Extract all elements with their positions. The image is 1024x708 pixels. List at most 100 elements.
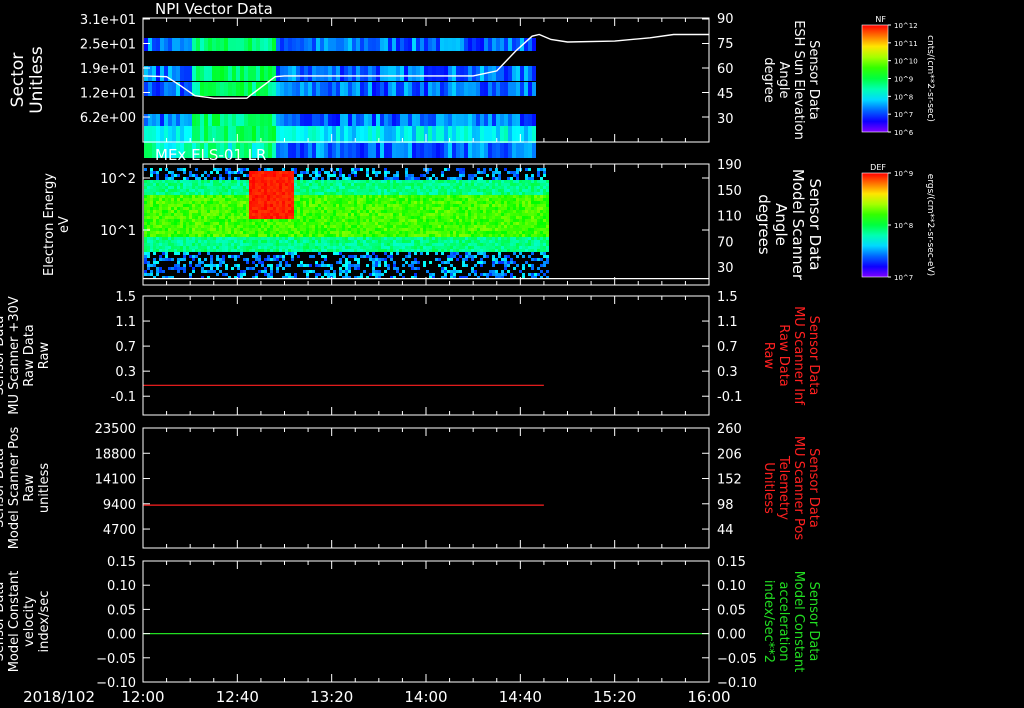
- heatmap-cell: [342, 240, 345, 243]
- heatmap-cell: [477, 225, 480, 228]
- heatmap-cell: [240, 180, 243, 183]
- heatmap-cell: [228, 195, 231, 198]
- heatmap-cell: [213, 225, 216, 228]
- heatmap-cell: [213, 201, 216, 204]
- heatmap-cell: [204, 216, 207, 219]
- heatmap-cell: [356, 126, 360, 143]
- heatmap-cell: [543, 243, 546, 246]
- heatmap-cell: [195, 186, 198, 189]
- heatmap-cell: [396, 228, 399, 231]
- heatmap-cell: [369, 228, 372, 231]
- heatmap-cell: [246, 231, 249, 234]
- heatmap-cell: [444, 186, 447, 189]
- heatmap-cell: [174, 216, 177, 219]
- heatmap-cell: [504, 189, 507, 192]
- heatmap-cell: [372, 180, 375, 183]
- heatmap-cell: [423, 261, 426, 264]
- heatmap-cell: [312, 270, 315, 273]
- heatmap-cell: [460, 38, 464, 51]
- heatmap-cell: [282, 249, 285, 252]
- heatmap-cell: [468, 231, 471, 234]
- heatmap-cell: [324, 171, 327, 174]
- heatmap-cell: [513, 219, 516, 222]
- heatmap-cell: [468, 216, 471, 219]
- heatmap-cell: [222, 234, 225, 237]
- heatmap-cell: [440, 38, 444, 51]
- heatmap-cell: [339, 183, 342, 186]
- heatmap-cell: [360, 186, 363, 189]
- heatmap-cell: [261, 219, 264, 222]
- heatmap-cell: [144, 210, 147, 213]
- heatmap-cell: [174, 210, 177, 213]
- heatmap-cell: [474, 195, 477, 198]
- heatmap-cell: [291, 228, 294, 231]
- heatmap-cell: [492, 228, 495, 231]
- heatmap-cell: [174, 195, 177, 198]
- heatmap-cell: [210, 228, 213, 231]
- heatmap-cell: [156, 195, 159, 198]
- heatmap-cell: [423, 180, 426, 183]
- heatmap-cell: [207, 243, 210, 246]
- heatmap-cell: [393, 201, 396, 204]
- heatmap-cell: [366, 216, 369, 219]
- heatmap-cell: [276, 192, 279, 195]
- heatmap-cell: [315, 180, 318, 183]
- heatmap-cell: [498, 201, 501, 204]
- heatmap-cell: [200, 38, 204, 51]
- heatmap-cell: [180, 180, 183, 183]
- heatmap-cell: [315, 246, 318, 249]
- heatmap-cell: [528, 219, 531, 222]
- heatmap-cell: [528, 273, 531, 276]
- heatmap-cell: [207, 234, 210, 237]
- heatmap-cell: [234, 228, 237, 231]
- heatmap-cell: [270, 246, 273, 249]
- heatmap-cell: [465, 189, 468, 192]
- heatmap-cell: [378, 273, 381, 276]
- heatmap-cell: [172, 66, 176, 81]
- heatmap-cell: [228, 192, 231, 195]
- heatmap-cell: [168, 177, 171, 180]
- heatmap-cell: [234, 240, 237, 243]
- heatmap-cell: [156, 231, 159, 234]
- heatmap-cell: [328, 66, 332, 81]
- heatmap-cell: [321, 180, 324, 183]
- heatmap-cell: [345, 189, 348, 192]
- heatmap-cell: [495, 237, 498, 240]
- heatmap-cell: [210, 222, 213, 225]
- heatmap-cell: [164, 82, 168, 96]
- heatmap-cell: [273, 240, 276, 243]
- heatmap-cell: [507, 195, 510, 198]
- heatmap-cell: [364, 114, 368, 126]
- heatmap-cell: [417, 261, 420, 264]
- heatmap-cell: [522, 228, 525, 231]
- heatmap-cell: [384, 82, 388, 96]
- heatmap-cell: [420, 219, 423, 222]
- heatmap-cell: [207, 204, 210, 207]
- heatmap-cell: [390, 216, 393, 219]
- heatmap-cell: [474, 174, 477, 177]
- heatmap-cell: [276, 213, 279, 216]
- heatmap-cell: [180, 258, 183, 261]
- heatmap-cell: [471, 231, 474, 234]
- heatmap-cell: [165, 177, 168, 180]
- heatmap-cell: [387, 177, 390, 180]
- heatmap-cell: [312, 231, 315, 234]
- heatmap-cell: [360, 219, 363, 222]
- heatmap-cell: [408, 192, 411, 195]
- heatmap-cell: [225, 171, 228, 174]
- heatmap-cell: [294, 228, 297, 231]
- heatmap-cell: [444, 207, 447, 210]
- heatmap-cell: [516, 171, 519, 174]
- heatmap-cell: [399, 216, 402, 219]
- heatmap-cell: [324, 186, 327, 189]
- heatmap-cell: [462, 225, 465, 228]
- heatmap-cell: [276, 219, 279, 222]
- heatmap-cell: [504, 143, 508, 158]
- heatmap-cell: [531, 222, 534, 225]
- heatmap-cell: [417, 219, 420, 222]
- heatmap-cell: [219, 249, 222, 252]
- heatmap-cell: [414, 240, 417, 243]
- heatmap-cell: [408, 243, 411, 246]
- heatmap-cell: [456, 66, 460, 81]
- heatmap-cell: [348, 82, 352, 96]
